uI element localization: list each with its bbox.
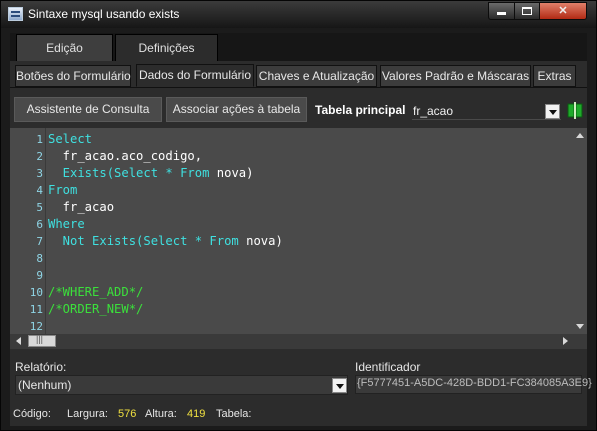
codigo-label: Código: xyxy=(13,408,51,420)
subtab-divider xyxy=(10,87,587,88)
main-table-label: Tabela principal xyxy=(315,103,406,117)
code-token: /*ORDER_NEW*/ xyxy=(48,302,144,316)
scroll-down-icon[interactable] xyxy=(576,324,584,329)
code-token: From xyxy=(48,183,78,197)
code-line[interactable]: Exists(Select * From nova) xyxy=(48,165,254,182)
code-line[interactable]: fr_acao.aco_codigo, xyxy=(48,148,202,165)
line-number: 8 xyxy=(36,252,43,265)
scroll-up-icon[interactable] xyxy=(576,133,584,138)
window-title: Sintaxe mysql usando exists xyxy=(28,7,180,21)
main-table-dropdown-button[interactable] xyxy=(545,104,560,119)
relatorio-value[interactable]: (Nenhum) xyxy=(18,378,71,392)
associate-actions-button[interactable]: Associar ações à tabela xyxy=(166,97,307,122)
sql-editor[interactable]: 1 2 3 4 5 6 7 8 9 10 11 12 Select fr_acao.aco_codig… xyxy=(10,128,587,334)
code-line[interactable]: /*WHERE_ADD*/ xyxy=(48,284,143,301)
altura-value: 419 xyxy=(187,408,206,420)
line-number: 10 xyxy=(29,286,43,299)
title-bar[interactable]: Sintaxe mysql usando exists ✕ xyxy=(1,1,596,28)
line-number: 9 xyxy=(36,269,43,282)
scroll-right-icon[interactable] xyxy=(563,337,568,345)
tab-edicao[interactable]: Edição xyxy=(16,34,113,61)
query-wizard-button[interactable]: Assistente de Consulta xyxy=(14,97,162,122)
code-line[interactable]: Select xyxy=(48,131,92,148)
book-icon[interactable] xyxy=(567,102,583,119)
main-table-value[interactable]: fr_acao xyxy=(413,104,453,118)
minimize-icon xyxy=(497,12,506,15)
scroll-left-icon[interactable] xyxy=(16,337,21,345)
close-button[interactable]: ✕ xyxy=(539,2,587,20)
relatorio-label: Relatório: xyxy=(15,360,67,374)
line-number: 1 xyxy=(36,133,43,146)
line-number: 4 xyxy=(36,184,43,197)
code-token: nova) xyxy=(246,234,283,248)
identificador-label: Identificador xyxy=(355,360,421,374)
subtab-chaves-atualizacao[interactable]: Chaves e Atualização xyxy=(256,65,377,87)
code-line[interactable]: fr_acao xyxy=(48,199,114,216)
largura-value: 576 xyxy=(118,408,137,420)
main-window: Sintaxe mysql usando exists ✕ Edição Def… xyxy=(0,0,597,431)
code-token: nova) xyxy=(216,166,254,180)
code-token: Where xyxy=(48,217,85,231)
vertical-scrollbar[interactable] xyxy=(573,128,587,334)
line-number: 7 xyxy=(36,235,43,248)
relatorio-dropdown-button[interactable] xyxy=(332,378,347,393)
minimize-button[interactable] xyxy=(488,2,515,20)
maximize-button[interactable] xyxy=(514,2,540,20)
altura-label: Altura: xyxy=(145,408,177,420)
code-token: Select xyxy=(48,132,93,146)
code-token: /*WHERE_ADD*/ xyxy=(48,285,144,299)
line-number: 11 xyxy=(29,303,43,316)
maximize-icon xyxy=(522,7,532,15)
line-number: 5 xyxy=(36,201,43,214)
line-number-gutter: 1 2 3 4 5 6 7 8 9 10 11 12 xyxy=(10,128,46,334)
identificador-value: {F5777451-A5DC-428D-BDD1-FC384085A3E9} xyxy=(357,377,592,389)
code-line[interactable]: /*ORDER_NEW*/ xyxy=(48,301,143,318)
subtab-valores-padrao[interactable]: Valores Padrão e Máscaras xyxy=(380,65,531,87)
code-token: fr_acao xyxy=(48,200,115,214)
tab-definicoes[interactable]: Definições xyxy=(115,34,218,61)
line-number: 6 xyxy=(36,218,43,231)
line-number: 3 xyxy=(36,167,43,180)
subtab-botoes-formulario[interactable]: Botões do Formulário xyxy=(15,65,131,87)
main-tab-strip: Edição Definições xyxy=(10,33,587,61)
code-line[interactable]: Not Exists(Select * From nova) xyxy=(48,233,283,250)
line-number: 12 xyxy=(29,320,43,333)
line-number: 2 xyxy=(36,150,43,163)
code-token: fr_acao.aco_codigo, xyxy=(48,149,203,163)
code-line[interactable]: From xyxy=(48,182,77,199)
code-token: Not Exists(Select * From xyxy=(48,234,247,248)
code-token: Exists(Select * From xyxy=(48,166,217,180)
horizontal-scrollbar[interactable] xyxy=(10,334,587,349)
definicoes-panel: Botões do Formulário Dados do Formulário… xyxy=(10,61,592,426)
window-app-icon[interactable] xyxy=(8,7,23,21)
tabela-label: Tabela: xyxy=(216,408,252,420)
subtab-dados-formulario[interactable]: Dados do Formulário xyxy=(136,64,254,87)
horizontal-scroll-thumb[interactable] xyxy=(28,334,56,347)
close-icon: ✕ xyxy=(558,5,568,17)
subtab-extras[interactable]: Extras xyxy=(533,65,576,87)
code-line[interactable]: Where xyxy=(48,216,85,233)
largura-label: Largura: xyxy=(67,408,108,420)
